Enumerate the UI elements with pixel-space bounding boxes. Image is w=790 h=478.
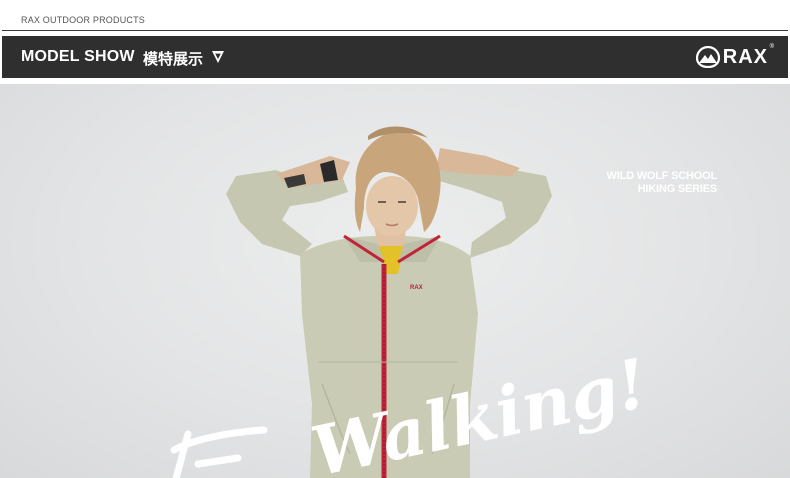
script-walking: Walking!: [305, 346, 638, 478]
chest-logo: RAX: [410, 285, 423, 291]
script-walking-text: Walking!: [170, 346, 638, 478]
logo-text: RAX: [722, 45, 768, 68]
section-title-cn: 模特展示: [143, 50, 204, 68]
rax-mountain-logo-icon: [695, 46, 720, 68]
page: RAX OUTDOOR PRODUCTS MODEL SHOW 模特展示 RAX…: [0, 0, 790, 478]
series-label: WILD WOLF SCHOOL HIKING SERIES: [606, 170, 718, 196]
series-line-1: WILD WOLF SCHOOL: [606, 170, 718, 182]
model-photo: RAX WILD WOLF SCHOOL HIKING SERIES Walki…: [0, 84, 790, 478]
script-f: [170, 426, 268, 478]
section-title: MODEL SHOW: [21, 48, 135, 65]
series-line-2: HIKING SERIES: [637, 183, 718, 195]
logo-registered-mark: ®: [769, 44, 774, 50]
face: [366, 176, 418, 236]
divider: [2, 30, 788, 31]
triangle-down-icon: [212, 51, 224, 63]
brand-line: RAX OUTDOOR PRODUCTS: [21, 15, 146, 25]
rax-logo[interactable]: RAX ®: [695, 44, 774, 70]
section-header: MODEL SHOW 模特展示 RAX ®: [2, 36, 788, 78]
